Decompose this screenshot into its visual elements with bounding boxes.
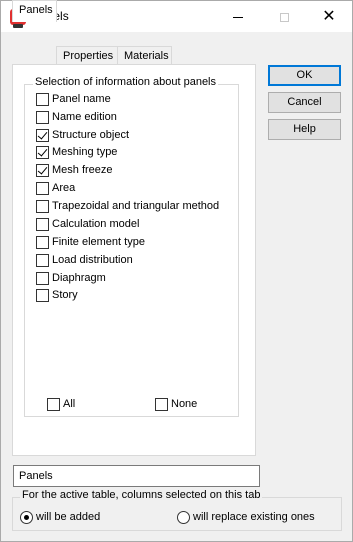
checkbox-all[interactable]: All xyxy=(47,396,75,412)
cancel-button[interactable]: Cancel xyxy=(268,92,341,113)
radio-label: will replace existing ones xyxy=(193,511,315,523)
checkbox-area[interactable]: Area xyxy=(36,180,75,196)
checkbox-label: Calculation model xyxy=(52,218,140,230)
checkbox-label: Diaphragm xyxy=(52,272,106,284)
tab-panels[interactable]: Panels xyxy=(12,0,57,22)
checkbox-box[interactable] xyxy=(36,92,49,106)
close-button[interactable]: ✕ xyxy=(306,1,352,32)
help-button[interactable]: Help xyxy=(268,119,341,140)
columns-group-legend: For the active table, columns selected o… xyxy=(20,489,263,501)
checkbox-structure-object[interactable]: Structure object xyxy=(36,127,129,143)
checkbox-box[interactable] xyxy=(36,181,49,195)
checkbox-none[interactable]: None xyxy=(155,396,197,412)
checkbox-box[interactable] xyxy=(36,145,49,159)
checkbox-label: Meshing type xyxy=(52,146,118,158)
checkbox-name-edition[interactable]: Name edition xyxy=(36,109,117,125)
checkbox-box[interactable] xyxy=(36,235,49,249)
checkbox-label: Finite element type xyxy=(52,236,145,248)
tab-properties-label: Properties xyxy=(63,50,114,62)
table-name-field[interactable]: Panels xyxy=(13,465,260,487)
radio-button[interactable] xyxy=(177,510,190,524)
checkbox-finite-element-type[interactable]: Finite element type xyxy=(36,234,145,250)
checkbox-calculation-model[interactable]: Calculation model xyxy=(36,216,139,232)
checkbox-label: All xyxy=(63,398,76,410)
checkbox-panel-name[interactable]: Panel name xyxy=(36,91,111,107)
checkbox-load-distribution[interactable]: Load distribution xyxy=(36,252,133,268)
checkbox-label: Mesh freeze xyxy=(52,164,113,176)
checkbox-meshing-type[interactable]: Meshing type xyxy=(36,144,117,160)
close-icon: ✕ xyxy=(322,8,336,25)
checkbox-mesh-freeze[interactable]: Mesh freeze xyxy=(36,162,113,178)
checkbox-box[interactable] xyxy=(36,110,49,124)
checkbox-box[interactable] xyxy=(36,128,49,142)
checkbox-box[interactable] xyxy=(36,217,49,231)
checkbox-box[interactable] xyxy=(36,253,49,267)
minimize-icon xyxy=(233,16,243,18)
radio-button[interactable] xyxy=(20,510,33,524)
checkbox-diaphragm[interactable]: Diaphragm xyxy=(36,270,106,286)
ok-button[interactable]: OK xyxy=(268,65,341,86)
checkbox-label: Story xyxy=(52,289,78,301)
tab-properties[interactable]: Properties xyxy=(56,46,118,65)
maximize-button xyxy=(261,1,307,32)
minimize-button[interactable] xyxy=(215,1,261,32)
checkbox-trapezoidal-method[interactable]: Trapezoidal and triangular method xyxy=(36,198,219,214)
tab-materials[interactable]: Materials xyxy=(117,46,172,65)
checkbox-label: Structure object xyxy=(52,129,130,141)
checkbox-box[interactable] xyxy=(36,199,49,213)
checkbox-story[interactable]: Story xyxy=(36,287,78,303)
checkbox-label: None xyxy=(171,398,198,410)
checkbox-label: Load distribution xyxy=(52,254,133,266)
checkbox-box[interactable] xyxy=(36,163,49,177)
checkbox-label: Panel name xyxy=(52,93,111,105)
checkbox-label: Trapezoidal and triangular method xyxy=(52,200,220,212)
checkbox-box[interactable] xyxy=(155,397,168,411)
tab-materials-label: Materials xyxy=(124,50,169,62)
maximize-icon xyxy=(279,12,289,22)
selection-group-legend: Selection of information about panels xyxy=(33,76,219,88)
checkbox-label: Name edition xyxy=(52,111,117,123)
checkbox-box[interactable] xyxy=(47,397,60,411)
radio-label: will be added xyxy=(36,511,101,523)
radio-will-replace[interactable]: will replace existing ones xyxy=(177,509,315,525)
checkbox-box[interactable] xyxy=(36,271,49,285)
checkbox-box[interactable] xyxy=(36,288,49,302)
radio-will-be-added[interactable]: will be added xyxy=(20,509,100,525)
checkbox-label: Area xyxy=(52,182,76,194)
tab-panels-label: Panels xyxy=(19,4,53,16)
